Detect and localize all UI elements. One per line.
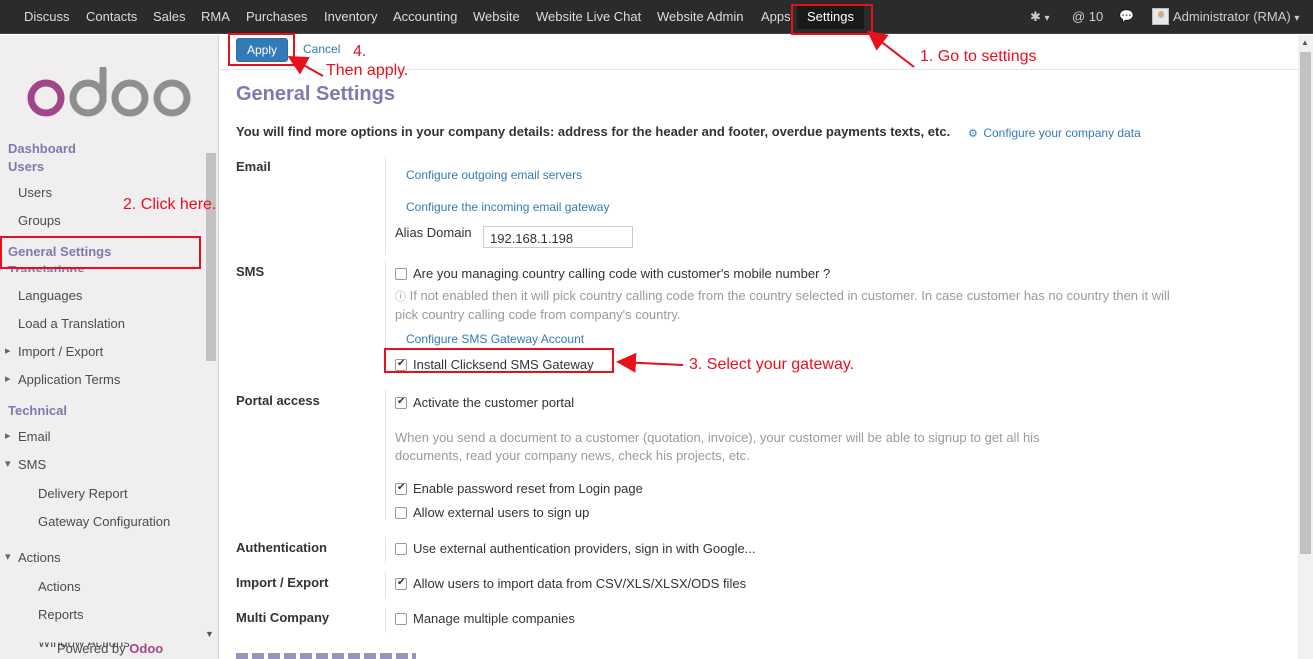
arrow-step1 [866, 30, 915, 68]
annotation-arrows [287, 30, 915, 373]
arrow-step3 [616, 352, 684, 373]
arrow-step4 [287, 56, 324, 77]
